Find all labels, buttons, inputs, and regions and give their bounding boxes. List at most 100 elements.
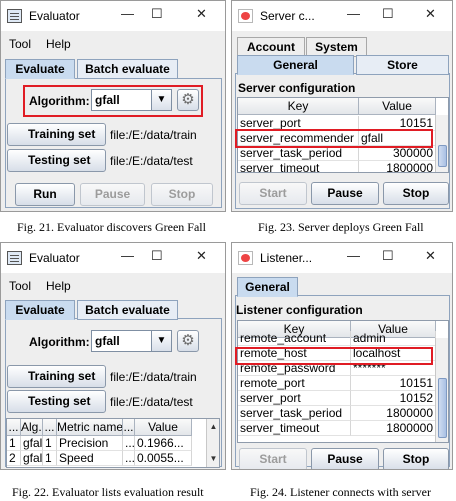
menu-help[interactable]: Help [46, 279, 71, 293]
close-icon[interactable]: ✕ [425, 6, 436, 22]
maximize-icon[interactable]: ☐ [382, 6, 394, 22]
table-scrollbar[interactable]: ▲ ▼ [206, 419, 219, 467]
table-scrollbar[interactable] [435, 338, 448, 442]
tab-system[interactable]: System [306, 37, 367, 57]
stop-button[interactable]: Stop [383, 182, 449, 205]
column-header[interactable]: ... [7, 419, 21, 436]
stop-button[interactable]: Stop [383, 448, 449, 469]
table-cell[interactable]: ... [123, 451, 135, 466]
training-set-button[interactable]: Training set [7, 365, 106, 388]
table-cell-key[interactable]: server_timeout [238, 161, 359, 172]
window-title: Evaluator [29, 9, 80, 23]
scrollbar-thumb[interactable] [438, 378, 447, 438]
server-app-icon [238, 9, 253, 23]
tab-batch-evaluate[interactable]: Batch evaluate [77, 300, 178, 320]
testing-set-path: file:/E:/data/test [110, 395, 193, 409]
tab-evaluate[interactable]: Evaluate [5, 300, 75, 320]
column-header-value[interactable]: Value [359, 98, 436, 115]
scroll-down-icon[interactable]: ▼ [207, 453, 219, 465]
minimize-icon[interactable]: — [347, 6, 360, 21]
table-cell[interactable]: gfall [21, 451, 43, 466]
tab-general[interactable]: General [237, 277, 298, 297]
algorithm-label: Algorithm: [29, 335, 90, 349]
tab-account[interactable]: Account [237, 37, 305, 57]
table-cell-key[interactable]: server_port [238, 391, 351, 406]
table-cell-key[interactable]: server_task_period [238, 146, 359, 161]
table-cell[interactable]: Speed [57, 451, 123, 466]
table-cell-value[interactable]: 1800000 [351, 406, 436, 421]
maximize-icon[interactable]: ☐ [151, 6, 163, 22]
table-cell[interactable]: 0.0055... [135, 451, 192, 466]
menu-help[interactable]: Help [46, 37, 71, 51]
table-cell-value[interactable]: 10151 [351, 376, 436, 391]
table-cell[interactable]: 1 [7, 436, 21, 451]
table-scrollbar[interactable] [435, 115, 448, 172]
testing-set-button[interactable]: Testing set [7, 149, 106, 172]
table-cell[interactable]: 2 [7, 451, 21, 466]
start-button[interactable]: Start [239, 182, 307, 205]
tab-general[interactable]: General [237, 55, 354, 75]
figure-21-panel: Evaluator — ☐ ✕ Tool Help Evaluate Batch… [0, 0, 228, 250]
table-cell-value[interactable]: admin [351, 331, 436, 346]
table-cell-key[interactable]: remote_account [238, 331, 351, 346]
table-cell[interactable]: 0.1966... [135, 436, 192, 451]
column-header[interactable]: Value [135, 419, 192, 436]
close-icon[interactable]: ✕ [196, 248, 207, 264]
pause-button[interactable]: Pause [80, 183, 145, 206]
evaluator-window: Evaluator — ☐ ✕ Tool Help Evaluate Batch… [0, 0, 226, 212]
tab-store[interactable]: Store [356, 55, 449, 75]
scrollbar-thumb[interactable] [438, 145, 447, 167]
results-table[interactable]: ...Alg......Metric name...Value 1gfall1P… [6, 418, 220, 468]
run-button[interactable]: Run [15, 183, 75, 206]
table-cell-value[interactable]: 1800000 [351, 421, 436, 436]
pause-button[interactable]: Pause [311, 182, 379, 205]
training-set-button[interactable]: Training set [7, 123, 106, 146]
table-cell[interactable]: ... [123, 436, 135, 451]
algorithm-select[interactable]: gfall ▼ [91, 330, 172, 352]
testing-set-button[interactable]: Testing set [7, 390, 106, 413]
column-header[interactable]: ... [123, 419, 135, 436]
tab-batch-evaluate[interactable]: Batch evaluate [77, 59, 178, 79]
table-cell-key[interactable]: server_timeout [238, 421, 351, 436]
window-title: Listener... [260, 251, 313, 265]
listener-config-table[interactable]: Key Value remote_account admin remote_host… [237, 320, 449, 443]
tab-evaluate[interactable]: Evaluate [5, 59, 75, 79]
training-set-path: file:/E:/data/train [110, 370, 197, 384]
minimize-icon[interactable]: — [121, 248, 134, 263]
table-cell-key[interactable]: remote_port [238, 376, 351, 391]
algorithm-value: gfall [95, 334, 120, 348]
algorithm-settings-gear-icon[interactable]: ⚙ [177, 330, 199, 352]
minimize-icon[interactable]: — [347, 248, 360, 263]
table-cell-key[interactable]: server_task_period [238, 406, 351, 421]
table-cell[interactable]: 1 [43, 436, 57, 451]
scroll-up-icon[interactable]: ▲ [207, 421, 219, 433]
figure-22-panel: Evaluator — ☐ ✕ Tool Help Evaluate Batch… [0, 242, 228, 501]
training-set-path: file:/E:/data/train [110, 128, 197, 142]
title-bar: Server c... — ☐ ✕ [232, 1, 452, 31]
column-header[interactable]: Alg... [21, 419, 43, 436]
column-header-key[interactable]: Key [238, 98, 359, 115]
table-cell-value[interactable]: 10152 [351, 391, 436, 406]
table-cell[interactable]: gfall [21, 436, 43, 451]
chevron-down-icon[interactable]: ▼ [151, 331, 171, 351]
maximize-icon[interactable]: ☐ [382, 248, 394, 264]
algorithm-highlight-box [23, 85, 203, 117]
table-cell[interactable]: Precision [57, 436, 123, 451]
table-cell[interactable]: 1 [43, 451, 57, 466]
column-header[interactable]: Metric name [57, 419, 123, 436]
start-button[interactable]: Start [239, 448, 307, 469]
stop-button[interactable]: Stop [151, 183, 213, 206]
menu-tool[interactable]: Tool [9, 279, 31, 293]
close-icon[interactable]: ✕ [196, 6, 207, 22]
close-icon[interactable]: ✕ [425, 248, 436, 264]
maximize-icon[interactable]: ☐ [151, 248, 163, 264]
section-title: Server configuration [238, 81, 356, 95]
title-bar: Listener... — ☐ ✕ [232, 243, 452, 273]
minimize-icon[interactable]: — [121, 6, 134, 21]
column-header[interactable]: ... [43, 419, 57, 436]
table-cell-value[interactable]: 300000 [359, 146, 436, 161]
menu-tool[interactable]: Tool [9, 37, 31, 51]
menu-bar: Tool Help [1, 274, 225, 296]
table-cell-value[interactable]: 1800000 [359, 161, 436, 172]
pause-button[interactable]: Pause [311, 448, 379, 469]
